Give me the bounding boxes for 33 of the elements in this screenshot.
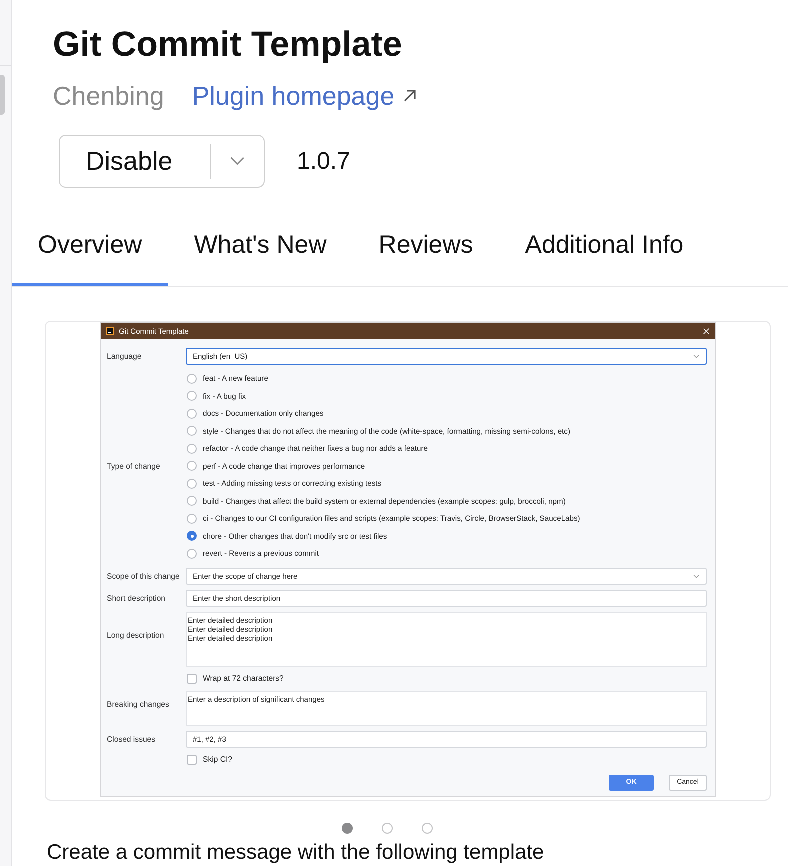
description-text: Create a commit message with the following template	[47, 842, 546, 864]
radio-button[interactable]	[187, 461, 197, 472]
arrow-up-right-icon	[402, 88, 418, 104]
app-logo-icon	[106, 327, 114, 335]
checkbox[interactable]	[187, 674, 197, 684]
page-dot-icon[interactable]	[422, 822, 433, 834]
radio-button[interactable]	[187, 548, 197, 559]
homepage-link[interactable]: Plugin homepage	[192, 80, 418, 112]
vendor-name: Chenbing	[53, 80, 164, 112]
radio-button[interactable]	[187, 531, 197, 542]
radio-button[interactable]	[187, 514, 197, 524]
page-dot-icon[interactable]	[382, 822, 393, 834]
radio-button[interactable]	[187, 374, 197, 384]
tab[interactable]: Reviews	[352, 210, 500, 286]
radio-button[interactable]	[187, 444, 197, 454]
page-dot-icon[interactable]	[342, 822, 353, 834]
chevron-down-icon	[693, 574, 700, 578]
tab[interactable]: Additional Info	[499, 210, 710, 286]
chevron-down-icon	[230, 157, 245, 166]
tab[interactable]: What's New	[168, 210, 353, 286]
radio-button[interactable]	[187, 408, 197, 419]
plugin-title: Git Commit Template	[53, 25, 404, 65]
radio-button[interactable]	[187, 426, 197, 436]
checkbox[interactable]	[187, 754, 197, 764]
close-icon[interactable]	[703, 328, 710, 334]
version-text: 1.0.7	[297, 148, 350, 176]
scrollbar-thumb[interactable]	[0, 75, 5, 115]
tab[interactable]: Overview	[12, 210, 168, 286]
chevron-down-icon	[693, 354, 700, 359]
radio-button[interactable]	[187, 496, 197, 506]
radio-button[interactable]	[187, 478, 197, 489]
disable-button[interactable]: Disable	[60, 136, 210, 187]
radio-button[interactable]	[187, 391, 197, 402]
